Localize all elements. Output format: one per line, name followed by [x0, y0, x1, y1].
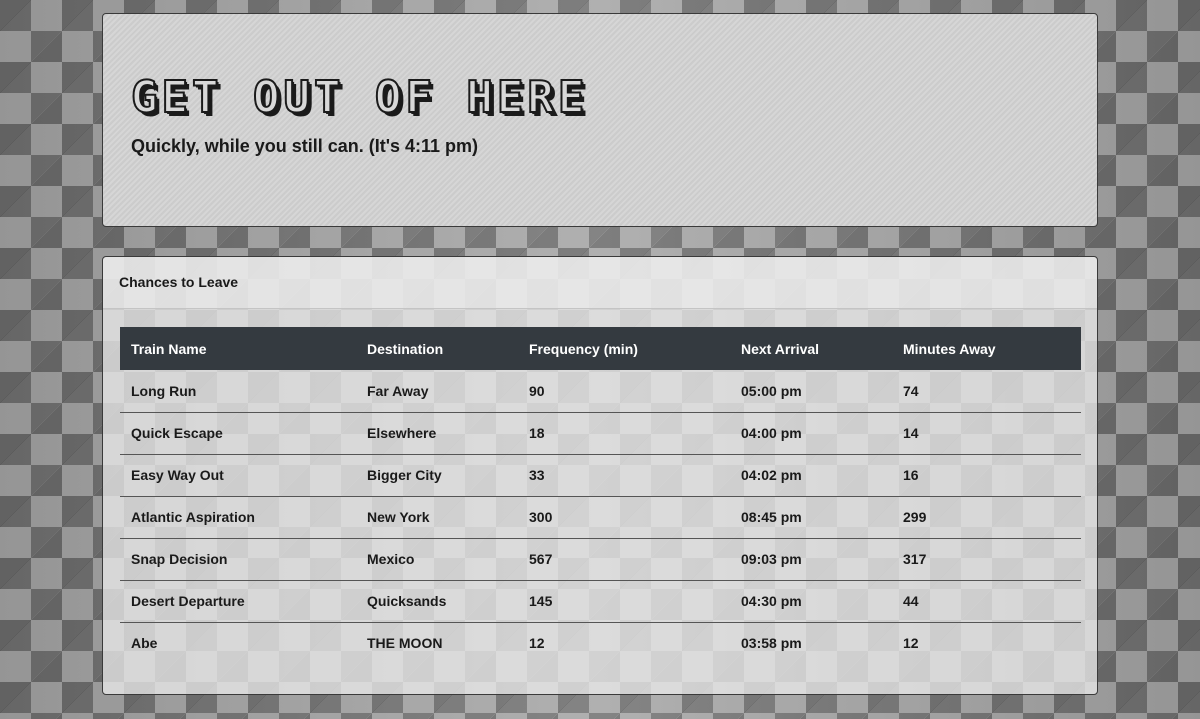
table-row: Snap Decision Mexico 567 09:03 pm 317	[120, 538, 1081, 581]
cell-train-name: Snap Decision	[120, 538, 356, 581]
cell-train-name: Abe	[131, 635, 158, 652]
cell-minutes-away: 12	[903, 635, 919, 652]
cell-frequency: 12	[529, 635, 545, 652]
cell-next-arrival: 08:45 pm	[730, 496, 892, 539]
train-schedule-panel: Chances to Leave Train Name Destination …	[102, 256, 1098, 695]
column-header-destination: Destination	[367, 340, 444, 357]
cell-next-arrival: 04:30 pm	[730, 580, 892, 623]
train-table-wrapper: Train Name Destination Frequency (min) N…	[120, 327, 1081, 664]
table-row: Atlantic Aspiration New York 300 08:45 p…	[120, 496, 1081, 539]
cell-train-name: Easy Way Out	[120, 454, 356, 497]
page-subtitle: Quickly, while you still can. (It's 4:11…	[131, 136, 479, 156]
column-header-train-name: Train Name	[131, 340, 207, 357]
cell-frequency: 145	[518, 580, 730, 623]
column-header-frequency: Frequency (min)	[529, 340, 638, 357]
table-row: Easy Way Out Bigger City 33 04:02 pm 16	[120, 454, 1081, 497]
page-title: GET OUT OF HERE	[130, 71, 589, 124]
cell-next-arrival: 04:00 pm	[730, 412, 892, 455]
cell-minutes-away: 16	[892, 454, 1081, 497]
cell-destination: Elsewhere	[356, 412, 518, 455]
cell-frequency: 18	[518, 412, 730, 455]
table-row: Quick Escape Elsewhere 18 04:00 pm 14	[120, 412, 1081, 455]
table-header: Train Name Destination Frequency (min) N…	[120, 327, 1081, 370]
panel-heading: Chances to Leave	[103, 257, 1097, 309]
cell-next-arrival: 09:03 pm	[730, 538, 892, 581]
cell-train-name: Atlantic Aspiration	[120, 496, 356, 539]
cell-destination: Mexico	[356, 538, 518, 581]
column-header-next-arrival: Next Arrival	[741, 340, 820, 357]
cell-train-name: Long Run	[120, 370, 356, 413]
cell-minutes-away: 14	[892, 412, 1081, 455]
cell-minutes-away: 44	[892, 580, 1081, 623]
cell-destination: New York	[356, 496, 518, 539]
header-jumbotron: GET OUT OF HERE Quickly, while you still…	[102, 13, 1098, 227]
column-header-minutes-away: Minutes Away	[903, 340, 996, 357]
cell-minutes-away: 317	[892, 538, 1081, 581]
cell-next-arrival: 03:58 pm	[741, 635, 802, 652]
table-body: Long Run Far Away 90 05:00 pm 74 Quick E…	[120, 370, 1081, 664]
cell-destination: Bigger City	[356, 454, 518, 497]
table-row: Desert Departure Quicksands 145 04:30 pm…	[120, 580, 1081, 623]
cell-minutes-away: 74	[892, 370, 1081, 413]
cell-train-name: Quick Escape	[120, 412, 356, 455]
cell-frequency: 567	[518, 538, 730, 581]
train-table: Train Name Destination Frequency (min) N…	[120, 327, 1081, 664]
cell-next-arrival: 04:02 pm	[730, 454, 892, 497]
cell-destination: Quicksands	[356, 580, 518, 623]
cell-train-name: Desert Departure	[120, 580, 356, 623]
cell-minutes-away: 299	[892, 496, 1081, 539]
cell-next-arrival: 05:00 pm	[730, 370, 892, 413]
cell-frequency: 33	[518, 454, 730, 497]
cell-frequency: 300	[518, 496, 730, 539]
cell-frequency: 90	[518, 370, 730, 413]
cell-destination: THE MOON	[367, 635, 443, 652]
cell-destination: Far Away	[356, 370, 518, 413]
table-header-row: Train Name Destination Frequency (min) N…	[120, 327, 1081, 370]
table-row: Abe THE MOON 12 03:58 pm 12	[120, 622, 1081, 664]
table-row: Long Run Far Away 90 05:00 pm 74	[120, 370, 1081, 413]
